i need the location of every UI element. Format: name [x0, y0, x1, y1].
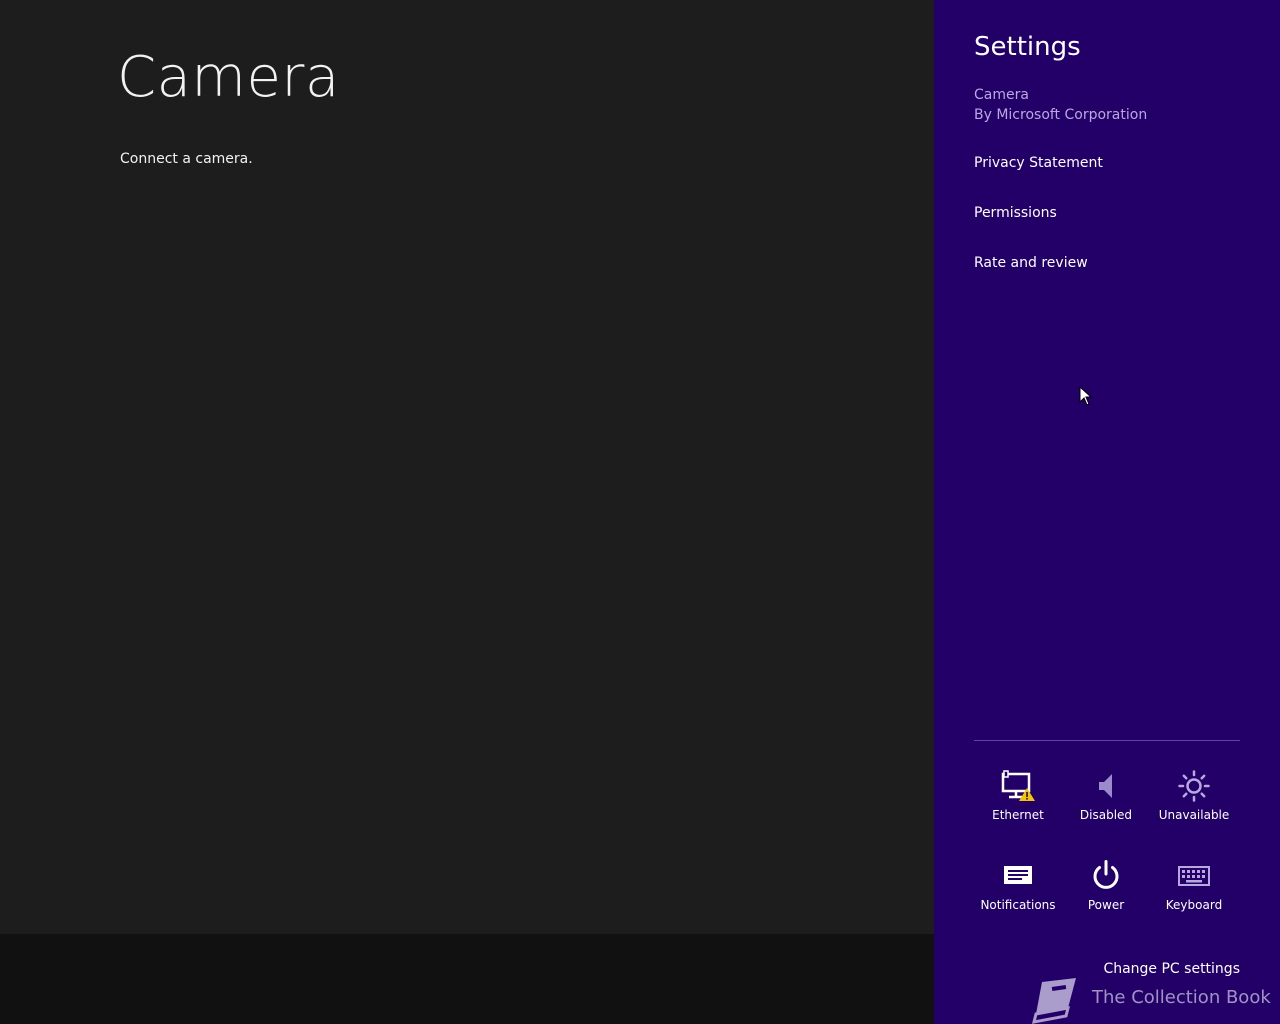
camera-app: Camera Connect a camera.: [0, 0, 934, 1024]
notifications-tile[interactable]: Notifications: [974, 860, 1062, 930]
brightness-icon: [1178, 770, 1210, 802]
watermark: The Collection Book: [1028, 972, 1271, 1024]
connect-camera-message: Connect a camera.: [120, 151, 253, 167]
notifications-icon: [1004, 866, 1032, 884]
power-icon: [1093, 860, 1119, 889]
keyboard-label: Keyboard: [1165, 898, 1223, 912]
power-tile[interactable]: Power: [1062, 860, 1150, 930]
quick-settings-divider: [974, 740, 1240, 741]
keyboard-tile[interactable]: Keyboard: [1150, 860, 1238, 930]
volume-tile[interactable]: Disabled: [1062, 770, 1150, 840]
app-title: Camera: [117, 45, 340, 110]
power-label: Power: [1087, 898, 1125, 912]
app-name: Camera: [974, 87, 1029, 103]
keyboard-icon: [1178, 866, 1210, 886]
notifications-label: Notifications: [980, 898, 1056, 912]
permissions-link[interactable]: Permissions: [974, 205, 1057, 221]
app-info: Camera By Microsoft Corporation: [974, 85, 1147, 125]
watermark-text: The Collection Book: [1092, 987, 1271, 1008]
brightness-label: Unavailable: [1158, 808, 1230, 822]
brightness-tile[interactable]: Unavailable: [1150, 770, 1238, 840]
ethernet-tile[interactable]: Ethernet: [974, 770, 1062, 840]
settings-charm-pane: Settings Camera By Microsoft Corporation…: [934, 0, 1280, 1024]
volume-label: Disabled: [1079, 808, 1133, 822]
ethernet-warning-icon: [1001, 770, 1035, 801]
book-icon: [1031, 978, 1076, 1024]
speaker-icon: [1099, 774, 1112, 798]
rate-and-review-link[interactable]: Rate and review: [974, 255, 1088, 271]
mouse-cursor-icon: [1079, 386, 1093, 406]
settings-title: Settings: [974, 32, 1081, 62]
app-bottom-bar: [0, 934, 934, 1024]
ethernet-label: Ethernet: [992, 808, 1044, 822]
privacy-statement-link[interactable]: Privacy Statement: [974, 155, 1103, 171]
app-publisher: By Microsoft Corporation: [974, 107, 1148, 123]
